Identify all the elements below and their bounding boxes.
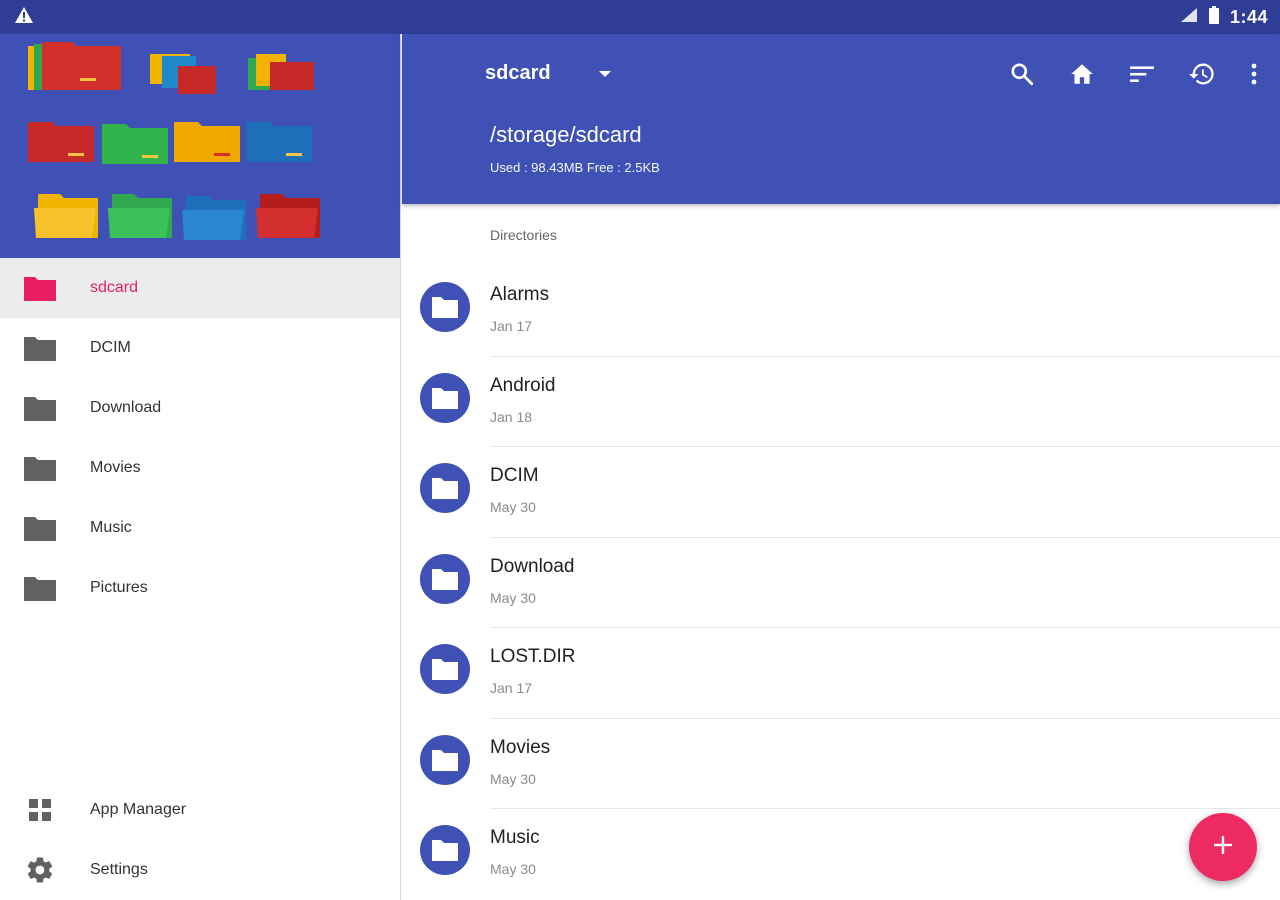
directory-row[interactable]: Movies May 30 <box>402 719 1280 809</box>
sort-icon[interactable] <box>1126 58 1158 90</box>
folder-art-icon <box>256 194 322 240</box>
folder-icon <box>420 644 470 694</box>
navigation-drawer: sdcard DCIM Download Movies Music Pictur… <box>0 34 401 900</box>
drawer-item-label: Pictures <box>90 579 148 596</box>
folder-art-icon <box>246 52 316 96</box>
directory-name: LOST.DIR <box>490 646 576 667</box>
signal-icon <box>1180 7 1198 28</box>
directory-date: Jan 17 <box>490 318 533 334</box>
drawer-item-app-manager[interactable]: App Manager <box>0 780 400 840</box>
drawer-header-artwork <box>0 34 400 258</box>
drawer-item-sdcard[interactable]: sdcard <box>0 258 400 318</box>
add-fab-button[interactable] <box>1189 813 1257 881</box>
search-icon[interactable] <box>1006 58 1038 90</box>
status-time: 1:44 <box>1229 6 1268 27</box>
directory-list: Alarms Jan 17 Android Jan 18 DCIM May 30… <box>402 266 1280 900</box>
drawer-item-label: DCIM <box>90 339 131 356</box>
app-bar: sdcard /storage/sdcard Used : 98.43MB Fr… <box>402 34 1280 204</box>
folder-art-icon <box>102 122 170 166</box>
directory-name: DCIM <box>490 465 539 486</box>
folder-icon <box>24 454 56 482</box>
current-path: /storage/sdcard <box>490 122 642 147</box>
toolbar-actions <box>1006 58 1262 90</box>
status-bar: 1:44 <box>0 0 1280 34</box>
folder-icon <box>420 825 470 875</box>
directory-name: Download <box>490 555 575 577</box>
drawer-item-dcim[interactable]: DCIM <box>0 318 400 378</box>
directory-name: Movies <box>490 736 551 758</box>
home-icon[interactable] <box>1066 58 1098 90</box>
drawer-item-label: Settings <box>90 861 148 878</box>
directory-row[interactable]: LOST.DIR Jan 17 <box>402 628 1280 719</box>
battery-icon <box>1208 5 1220 29</box>
folder-art-icon <box>34 194 100 240</box>
folder-art-icon <box>108 194 174 240</box>
folder-icon <box>420 372 470 423</box>
history-icon[interactable] <box>1186 58 1218 90</box>
drawer-item-label: Movies <box>90 459 141 476</box>
folder-icon <box>24 274 56 302</box>
main-panel: sdcard /storage/sdcard Used : 98.43MB Fr… <box>402 34 1280 900</box>
folder-icon <box>24 334 56 362</box>
drawer-item-movies[interactable]: Movies <box>0 438 400 498</box>
drawer-item-label: sdcard <box>90 279 139 296</box>
warning-icon <box>14 6 34 29</box>
folder-icon <box>420 282 470 332</box>
directory-date: May 30 <box>490 499 536 515</box>
folder-icon <box>24 514 56 542</box>
directory-date: May 30 <box>490 770 536 787</box>
page-title: sdcard <box>485 62 551 84</box>
folder-art-icon <box>246 120 314 164</box>
folder-icon <box>420 553 470 604</box>
directory-name: Android <box>490 374 556 396</box>
drawer-item-download[interactable]: Download <box>0 378 400 438</box>
section-header-directories: Directories <box>490 227 557 243</box>
directory-row[interactable]: DCIM May 30 <box>402 447 1280 538</box>
folder-art-icon <box>28 40 123 92</box>
dropdown-arrow-icon <box>598 70 611 77</box>
more-vert-icon[interactable] <box>1246 58 1262 90</box>
plus-icon <box>1212 834 1234 861</box>
directory-name: Music <box>490 827 540 848</box>
folder-art-icon <box>182 196 248 242</box>
drawer-item-music[interactable]: Music <box>0 498 400 558</box>
folder-art-icon <box>174 120 242 164</box>
drawer-item-label: Music <box>90 519 132 536</box>
folder-icon <box>24 394 56 422</box>
grid-icon <box>24 796 56 824</box>
drawer-item-label: App Manager <box>90 801 187 818</box>
folder-icon <box>420 734 470 785</box>
drawer-bookmark-list: sdcard DCIM Download Movies Music Pictur… <box>0 258 400 618</box>
folder-art-icon <box>150 52 220 96</box>
drawer-item-label: Download <box>90 399 162 416</box>
directory-name: Alarms <box>490 284 550 305</box>
directory-row[interactable]: Android Jan 18 <box>402 357 1280 447</box>
folder-icon <box>24 574 56 602</box>
folder-art-icon <box>28 120 96 164</box>
drawer-item-settings[interactable]: Settings <box>0 840 400 900</box>
directory-row[interactable]: Alarms Jan 17 <box>402 266 1280 357</box>
storage-usage: Used : 98.43MB Free : 2.5KB <box>490 160 660 175</box>
drawer-footer-list: App Manager Settings <box>0 780 400 900</box>
directory-date: May 30 <box>490 589 536 606</box>
directory-row[interactable]: Music May 30 <box>402 809 1280 900</box>
directory-date: Jan 18 <box>490 408 533 425</box>
directory-date: Jan 17 <box>490 680 533 696</box>
storage-selector[interactable]: sdcard <box>485 62 611 85</box>
folder-icon <box>420 463 470 513</box>
directory-date: May 30 <box>490 861 536 877</box>
gear-icon <box>24 856 56 884</box>
drawer-item-pictures[interactable]: Pictures <box>0 558 400 618</box>
directory-row[interactable]: Download May 30 <box>402 538 1280 628</box>
